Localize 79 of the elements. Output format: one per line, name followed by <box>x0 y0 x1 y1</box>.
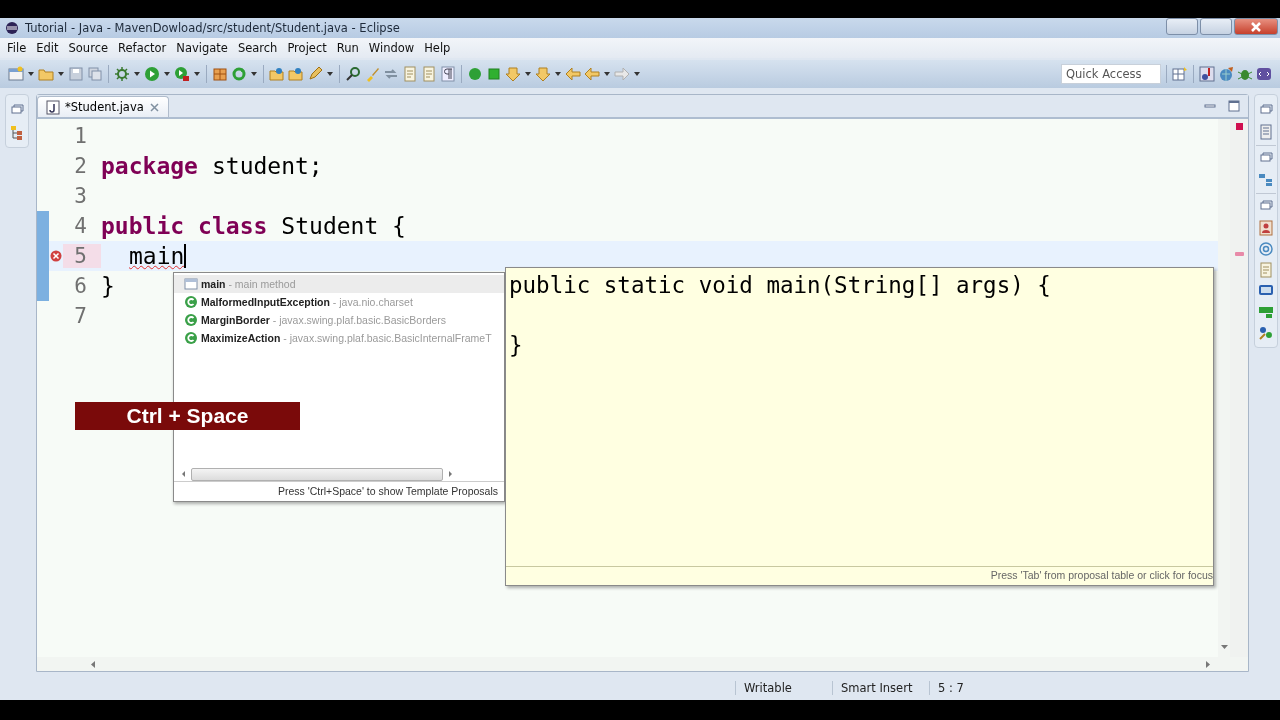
scroll-right-icon[interactable] <box>1204 659 1212 669</box>
scroll-down-icon[interactable] <box>1219 643 1229 651</box>
status-field: 5 : 7 <box>929 681 1006 695</box>
restore-button[interactable] <box>1200 18 1232 35</box>
proposal-item[interactable]: MarginBorder - javax.swing.plaf.basic.BasicBorders <box>174 311 504 329</box>
window-title: Tutorial - Java - MavenDowload/src/student/Student.java - Eclipse <box>25 21 401 35</box>
popup-hint: Press 'Tab' from proposal table or click for focus <box>506 566 1213 585</box>
proposal-item[interactable]: MalformedInputException - java.nio.charset <box>174 293 504 311</box>
menu-item[interactable]: Window <box>363 41 420 55</box>
line-number: 5 <box>63 244 101 268</box>
code-text: student; <box>211 153 323 179</box>
proposal-item[interactable]: main - main method <box>174 275 504 293</box>
scroll-thumb[interactable] <box>191 467 443 481</box>
menu-item[interactable]: Help <box>419 41 456 55</box>
globe-icon[interactable] <box>1218 66 1234 82</box>
menu-item[interactable]: Edit <box>31 41 64 55</box>
line-number: 6 <box>73 274 88 298</box>
line-number: 1 <box>73 124 88 148</box>
document-icon[interactable] <box>421 66 437 82</box>
code-text: public static void main(String[] args) { <box>509 271 1051 300</box>
class-icon <box>184 313 198 327</box>
keyword: public <box>101 213 185 239</box>
minimize-button[interactable] <box>1166 18 1198 35</box>
menu-item[interactable]: Source <box>63 41 114 55</box>
error-marker <box>1235 252 1244 256</box>
quick-access-field[interactable]: Quick Access <box>1061 64 1161 84</box>
code-text: } <box>509 331 523 360</box>
perspective-icon[interactable] <box>1172 66 1188 82</box>
close-icon[interactable] <box>148 101 160 113</box>
popup-hint: Press 'Ctrl+Space' to show Template Proposals <box>174 481 504 501</box>
menu-item[interactable]: Refactor <box>113 41 172 55</box>
code-window-icon[interactable] <box>1256 66 1272 82</box>
scroll-left-icon[interactable] <box>180 470 187 478</box>
open-folder-icon[interactable] <box>269 66 285 82</box>
menu-item[interactable]: Run <box>331 41 364 55</box>
scroll-left-icon[interactable] <box>89 659 97 669</box>
java-file-icon <box>46 99 60 115</box>
scroll-right-icon[interactable] <box>447 470 454 478</box>
proposal-item[interactable]: MaximizeAction - javax.swing.plaf.basic.BasicInternalFrameT <box>174 329 504 347</box>
line-number: 3 <box>73 184 88 208</box>
code-text: } <box>101 273 115 299</box>
class-icon <box>184 331 198 345</box>
maximize-icon[interactable] <box>1226 98 1242 114</box>
text-cursor <box>184 244 187 268</box>
list-icon[interactable] <box>1258 124 1274 140</box>
caption-banner: Ctrl + Space <box>75 402 300 430</box>
line-number: 2 <box>73 154 88 178</box>
stack-icon[interactable] <box>87 66 103 82</box>
error-indicator <box>1236 123 1243 130</box>
document-icon[interactable] <box>1258 262 1274 278</box>
class-icon <box>184 295 198 309</box>
outline-icon[interactable] <box>1258 172 1274 188</box>
menu-item[interactable]: Navigate <box>171 41 233 55</box>
eclipse-logo-icon <box>5 21 19 35</box>
tree-icon[interactable] <box>9 125 25 141</box>
horizontal-scrollbar[interactable] <box>37 657 1248 671</box>
editor-tab[interactable]: *Student.java <box>37 96 169 117</box>
square-icon[interactable] <box>486 66 502 82</box>
code-text: main <box>129 243 185 269</box>
open-folder-icon[interactable] <box>288 66 304 82</box>
template-icon <box>184 277 198 291</box>
menu-item[interactable]: Project <box>282 41 332 55</box>
line-number: 4 <box>73 214 88 238</box>
code-text: Student { <box>281 213 406 239</box>
keyword: class <box>198 213 268 239</box>
status-field: Smart Insert <box>832 681 929 695</box>
gear-icon[interactable] <box>114 66 130 82</box>
keyword: package <box>101 153 198 179</box>
menu-item[interactable]: File <box>2 41 32 55</box>
circle-icon[interactable] <box>467 66 483 82</box>
pilcrow-icon[interactable] <box>440 66 456 82</box>
menu-item[interactable]: Search <box>232 41 283 55</box>
close-icon <box>1249 20 1263 33</box>
line-number: 7 <box>73 304 88 328</box>
status-field: Writable <box>735 681 832 695</box>
person-card-icon[interactable] <box>1258 220 1274 236</box>
package-icon[interactable] <box>212 66 228 82</box>
close-button[interactable] <box>1234 18 1278 35</box>
document-icon[interactable] <box>402 66 418 82</box>
